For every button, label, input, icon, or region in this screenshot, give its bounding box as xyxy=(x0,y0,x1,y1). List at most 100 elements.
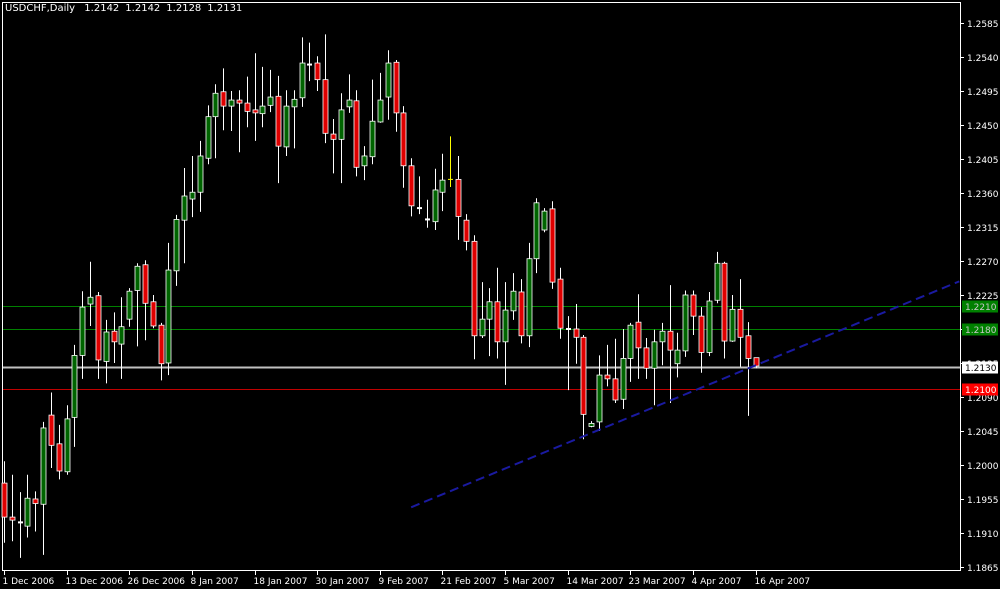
candle-body xyxy=(118,326,125,345)
candle-body xyxy=(95,295,102,361)
candle xyxy=(612,338,619,404)
candle-body xyxy=(150,301,157,327)
candle xyxy=(682,290,689,357)
candle-body xyxy=(24,497,31,527)
candle-body xyxy=(346,99,353,108)
candle xyxy=(463,214,470,251)
candle xyxy=(173,214,180,286)
candle xyxy=(651,329,658,406)
candle xyxy=(134,263,141,347)
candle-body xyxy=(291,98,298,108)
candle-body xyxy=(330,133,337,140)
candle-body xyxy=(494,301,501,343)
candle-body xyxy=(126,290,133,320)
x-tick-label: 18 Jan 2007 xyxy=(254,577,308,587)
candle xyxy=(400,106,407,188)
candle-body xyxy=(205,116,212,159)
x-tick-label: 1 Dec 2006 xyxy=(3,577,55,587)
candle-body xyxy=(425,218,430,221)
candle xyxy=(526,242,533,348)
candle xyxy=(573,304,580,364)
y-tick-label: 1.2405 xyxy=(967,156,999,166)
candle xyxy=(314,56,321,91)
candle-body xyxy=(533,202,540,260)
candle xyxy=(64,405,71,475)
y-tick-label: 1.2495 xyxy=(967,88,999,98)
candle-body xyxy=(212,92,219,118)
x-tick-label: 5 Mar 2007 xyxy=(504,577,555,587)
candle-body xyxy=(307,63,312,66)
y-tick-label: 1.1865 xyxy=(967,564,999,574)
candle xyxy=(228,90,235,132)
candle xyxy=(471,235,478,360)
candle xyxy=(220,68,227,131)
candle-body xyxy=(244,102,251,112)
candle-body xyxy=(283,105,290,148)
candle xyxy=(126,288,133,327)
candle-body xyxy=(56,443,63,472)
candle xyxy=(448,136,453,187)
candle-body xyxy=(408,165,415,207)
candle xyxy=(393,60,400,132)
candle xyxy=(486,288,493,357)
candle xyxy=(369,79,376,165)
candle-body xyxy=(518,291,525,337)
candle-body xyxy=(604,374,611,380)
candle-body xyxy=(573,328,580,338)
candle xyxy=(236,90,243,153)
x-tick-label: 21 Feb 2007 xyxy=(441,577,497,587)
y-tick-label: 1.2045 xyxy=(967,428,999,438)
candle xyxy=(425,199,430,228)
candle-body xyxy=(667,330,674,351)
candle-body xyxy=(714,262,721,301)
candle xyxy=(439,153,446,212)
candle xyxy=(432,168,439,231)
price-label: 1.2130 xyxy=(965,364,997,374)
candle-body xyxy=(729,308,736,342)
candle-body xyxy=(189,191,196,200)
candle-body xyxy=(502,309,509,343)
candle-body xyxy=(252,109,259,114)
candle xyxy=(283,90,290,156)
x-tick-label: 13 Dec 2006 xyxy=(66,577,124,587)
candle xyxy=(518,279,525,344)
candle-body xyxy=(745,335,752,359)
candle-body xyxy=(549,208,556,283)
candle-body xyxy=(111,330,118,343)
candle-body xyxy=(698,315,705,353)
candle-body xyxy=(643,347,650,369)
candle-body xyxy=(526,258,533,337)
y-tick-label: 1.2450 xyxy=(967,122,999,132)
candle-body xyxy=(165,269,172,364)
candle-body xyxy=(228,99,235,107)
candle-body xyxy=(32,498,39,504)
candle xyxy=(158,322,165,381)
candle xyxy=(408,158,415,217)
candle-body xyxy=(541,210,548,231)
candle xyxy=(533,198,540,274)
x-tick-label: 30 Jan 2007 xyxy=(316,577,370,587)
candle xyxy=(322,34,329,144)
candle-body xyxy=(158,324,165,365)
candle-body xyxy=(173,219,180,272)
candle-body xyxy=(385,62,392,98)
candle xyxy=(244,76,251,128)
candle-body xyxy=(181,195,188,221)
candle-body xyxy=(134,265,141,291)
candlestick-chart[interactable]: 1.2585 1.2540 1.2495 1.2450 1.2405 1.2360 1.23… xyxy=(0,0,1000,589)
x-tick-label: 9 Feb 2007 xyxy=(379,577,429,587)
candle-body xyxy=(79,306,86,356)
candle-body xyxy=(682,294,689,352)
candle-body xyxy=(275,95,282,147)
candle-body xyxy=(580,336,587,415)
candle-body xyxy=(627,324,634,359)
candle-body xyxy=(439,179,446,193)
x-tick-label: 4 Apr 2007 xyxy=(692,577,742,587)
candle-body xyxy=(87,296,94,305)
candle-body xyxy=(299,62,306,99)
y-tick-label: 1.2360 xyxy=(967,190,999,200)
candle-body xyxy=(620,358,627,400)
candle xyxy=(197,140,204,212)
candle-body xyxy=(40,427,47,505)
candle xyxy=(620,328,627,410)
